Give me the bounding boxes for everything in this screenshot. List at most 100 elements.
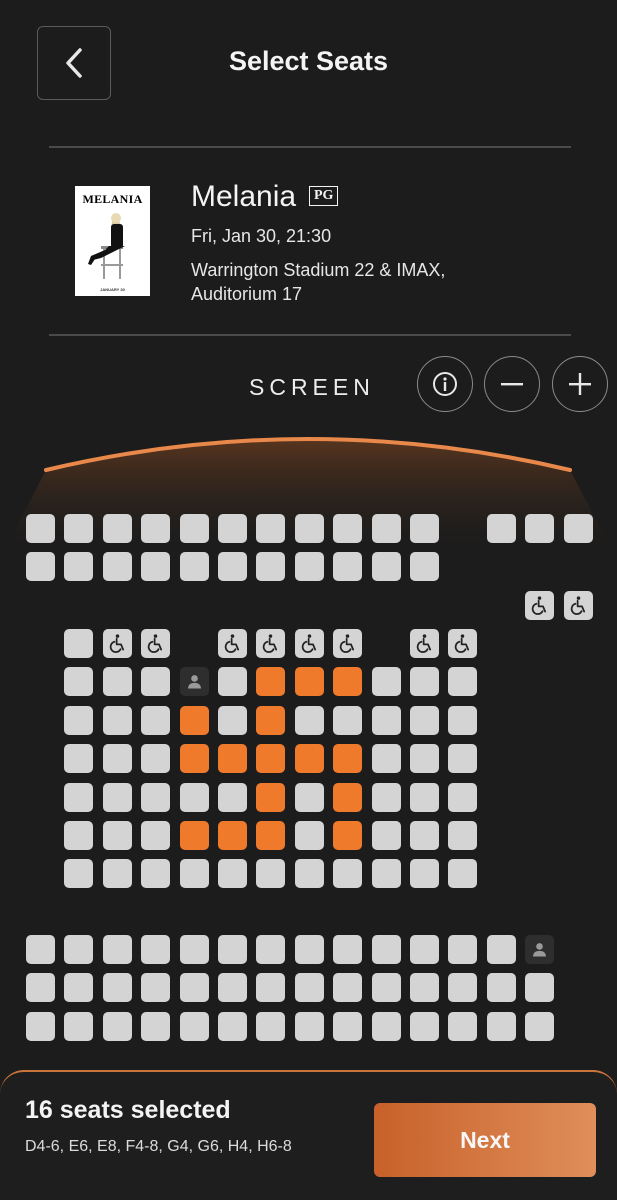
seat-available[interactable] xyxy=(410,783,439,812)
seat-available[interactable] xyxy=(294,706,324,735)
seat-available[interactable] xyxy=(179,552,209,581)
seat-available[interactable] xyxy=(218,552,247,581)
seat-selected[interactable] xyxy=(256,821,286,850)
seat-available[interactable] xyxy=(410,1012,439,1041)
seat-available[interactable] xyxy=(64,744,94,773)
seat-available[interactable] xyxy=(410,821,439,850)
seat-available[interactable] xyxy=(371,783,401,812)
seat-available[interactable] xyxy=(448,821,478,850)
seat-available[interactable] xyxy=(525,1012,555,1041)
seat-available[interactable] xyxy=(256,514,286,543)
seat-wheelchair[interactable] xyxy=(448,629,478,658)
seat-available[interactable] xyxy=(563,514,593,543)
seat-available[interactable] xyxy=(179,514,209,543)
seat-available[interactable] xyxy=(102,514,132,543)
seat-available[interactable] xyxy=(294,514,324,543)
seat-available[interactable] xyxy=(371,667,401,696)
seat-selected[interactable] xyxy=(256,744,286,773)
seat-available[interactable] xyxy=(64,821,94,850)
seat-available[interactable] xyxy=(64,706,94,735)
seat-available[interactable] xyxy=(448,973,478,1002)
seat-available[interactable] xyxy=(333,859,363,888)
seat-selected[interactable] xyxy=(333,783,363,812)
seat-available[interactable] xyxy=(64,935,94,964)
seat-wheelchair[interactable] xyxy=(525,591,555,620)
seat-available[interactable] xyxy=(141,973,171,1002)
seat-wheelchair[interactable] xyxy=(333,629,363,658)
seat-selected[interactable] xyxy=(256,667,286,696)
seat-available[interactable] xyxy=(141,935,171,964)
seat-selected[interactable] xyxy=(179,706,209,735)
seat-available[interactable] xyxy=(410,552,439,581)
seat-available[interactable] xyxy=(486,1012,516,1041)
seat-available[interactable] xyxy=(218,706,247,735)
seat-available[interactable] xyxy=(294,552,324,581)
seat-available[interactable] xyxy=(102,783,132,812)
seat-available[interactable] xyxy=(410,667,439,696)
seat-available[interactable] xyxy=(218,1012,247,1041)
seat-wheelchair[interactable] xyxy=(563,591,593,620)
seat-available[interactable] xyxy=(64,1012,94,1041)
seat-selected[interactable] xyxy=(333,744,363,773)
seat-available[interactable] xyxy=(141,552,171,581)
seat-available[interactable] xyxy=(64,629,94,658)
seat-available[interactable] xyxy=(256,552,286,581)
seat-available[interactable] xyxy=(371,1012,401,1041)
seat-available[interactable] xyxy=(218,667,247,696)
seat-available[interactable] xyxy=(333,552,363,581)
seat-available[interactable] xyxy=(486,973,516,1002)
seat-available[interactable] xyxy=(102,552,132,581)
seat-wheelchair[interactable] xyxy=(294,629,324,658)
seat-available[interactable] xyxy=(26,552,55,581)
seat-available[interactable] xyxy=(294,821,324,850)
seat-selected[interactable] xyxy=(333,821,363,850)
seat-available[interactable] xyxy=(448,1012,478,1041)
seat-available[interactable] xyxy=(294,935,324,964)
seat-available[interactable] xyxy=(218,973,247,1002)
seat-wheelchair[interactable] xyxy=(102,629,132,658)
seat-available[interactable] xyxy=(410,744,439,773)
seat-available[interactable] xyxy=(102,859,132,888)
seat-available[interactable] xyxy=(371,859,401,888)
seat-available[interactable] xyxy=(102,935,132,964)
seat-selected[interactable] xyxy=(218,821,247,850)
seat-available[interactable] xyxy=(333,514,363,543)
seat-available[interactable] xyxy=(26,973,55,1002)
seat-available[interactable] xyxy=(141,1012,171,1041)
seat-available[interactable] xyxy=(218,859,247,888)
seat-available[interactable] xyxy=(448,667,478,696)
seat-available[interactable] xyxy=(256,973,286,1002)
seat-available[interactable] xyxy=(448,935,478,964)
seat-available[interactable] xyxy=(448,744,478,773)
seat-available[interactable] xyxy=(179,973,209,1002)
seat-available[interactable] xyxy=(102,667,132,696)
seat-available[interactable] xyxy=(448,859,478,888)
seat-available[interactable] xyxy=(333,1012,363,1041)
seat-available[interactable] xyxy=(294,1012,324,1041)
seat-available[interactable] xyxy=(64,667,94,696)
seat-available[interactable] xyxy=(218,514,247,543)
seat-selected[interactable] xyxy=(333,667,363,696)
seat-available[interactable] xyxy=(410,706,439,735)
seat-available[interactable] xyxy=(486,514,516,543)
seat-available[interactable] xyxy=(371,552,401,581)
seat-selected[interactable] xyxy=(179,744,209,773)
seat-available[interactable] xyxy=(179,1012,209,1041)
seat-available[interactable] xyxy=(371,744,401,773)
seat-wheelchair[interactable] xyxy=(218,629,247,658)
seat-available[interactable] xyxy=(410,973,439,1002)
seat-wheelchair[interactable] xyxy=(141,629,171,658)
seat-available[interactable] xyxy=(294,783,324,812)
seat-available[interactable] xyxy=(256,935,286,964)
seat-available[interactable] xyxy=(371,935,401,964)
seat-available[interactable] xyxy=(410,859,439,888)
seat-available[interactable] xyxy=(333,706,363,735)
seat-available[interactable] xyxy=(371,973,401,1002)
seat-available[interactable] xyxy=(218,935,247,964)
seat-available[interactable] xyxy=(64,514,94,543)
seat-available[interactable] xyxy=(64,552,94,581)
seat-available[interactable] xyxy=(141,783,171,812)
seat-available[interactable] xyxy=(26,935,55,964)
seat-available[interactable] xyxy=(294,859,324,888)
seat-available[interactable] xyxy=(294,973,324,1002)
